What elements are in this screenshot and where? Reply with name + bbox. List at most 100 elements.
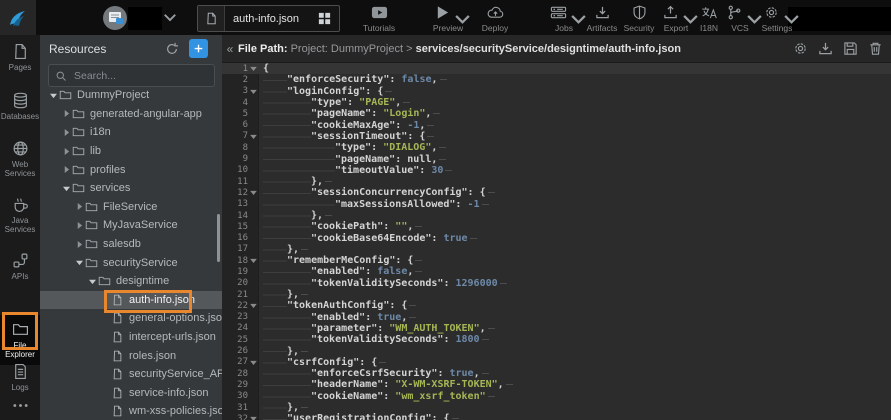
code-line-13[interactable]: 13"maxSessionsAllowed": -1: [222, 199, 891, 210]
code-line-18[interactable]: 18"rememberMeConfig": {: [222, 255, 891, 266]
code-line-23[interactable]: 23"enabled": true,: [222, 312, 891, 323]
fold-arrow-icon[interactable]: [248, 190, 258, 195]
sidebar-item-java-services[interactable]: Java Services: [0, 196, 40, 234]
resources-title: Resources: [49, 42, 165, 56]
add-resource-button[interactable]: [189, 39, 208, 58]
tree-file-general-options-json[interactable]: general-options.json: [40, 309, 222, 328]
toolbar-item-artifacts[interactable]: Artifacts: [581, 4, 623, 33]
tree-folder-i18n[interactable]: i18n: [40, 123, 222, 142]
code-line-7[interactable]: 7"sessionTimeout": {: [222, 131, 891, 142]
tree-file-service-info-json[interactable]: service-info.json: [40, 384, 222, 403]
resources-search[interactable]: [48, 64, 215, 87]
code-line-20[interactable]: 20"tokenValiditySeconds": 1296000: [222, 278, 891, 289]
code-line-2[interactable]: 2"enforceSecurity": false,: [222, 74, 891, 85]
code-line-4[interactable]: 4"type": "PAGE",: [222, 97, 891, 108]
code-line-32[interactable]: 32"userRegistrationConfig": {: [222, 413, 891, 420]
tree-folder-profiles[interactable]: profiles: [40, 160, 222, 179]
fold-arrow-icon[interactable]: [248, 416, 258, 420]
tree-caret-icon: [61, 166, 72, 173]
sidebar-item-databases[interactable]: Databases: [0, 92, 40, 121]
open-file-tab[interactable]: auth-info.json: [197, 5, 340, 32]
tree-folder-securityservice[interactable]: securityService: [40, 253, 222, 272]
tree-folder-fileservice[interactable]: FileService: [40, 198, 222, 217]
project-chevron-down-icon[interactable]: [163, 13, 177, 22]
code-line-6[interactable]: 6"cookieMaxAge": -1,: [222, 119, 891, 130]
tree-folder-salesdb[interactable]: salesdb: [40, 235, 222, 254]
code-line-27[interactable]: 27"csrfConfig": {: [222, 357, 891, 368]
toolbar-item-export[interactable]: Export: [655, 4, 697, 33]
tree-folder-dummyproject[interactable]: DummyProject: [40, 86, 222, 105]
sidebar-item-more[interactable]: [0, 397, 40, 414]
tree-file-auth-info-json[interactable]: auth-info.json: [40, 291, 222, 310]
sidebar-item-web-services[interactable]: Web Services: [0, 140, 40, 178]
top-toolbar: auth-info.json Tutorials PreviewDeploy Job…: [0, 0, 891, 35]
tree-folder-myjavaservice[interactable]: MyJavaService: [40, 216, 222, 235]
code-line-21[interactable]: 21},: [222, 289, 891, 300]
code-line-14[interactable]: 14},: [222, 210, 891, 221]
toolbar-item-deploy[interactable]: Deploy: [472, 4, 518, 33]
refresh-icon[interactable]: [165, 42, 179, 56]
tree-file-intercept-urls-json[interactable]: intercept-urls.json: [40, 328, 222, 347]
tree-folder-lib[interactable]: lib: [40, 142, 222, 161]
tree-scrollbar[interactable]: [217, 214, 220, 262]
indent-guide: [263, 266, 311, 277]
code-line-8[interactable]: 8"type": "DIALOG",: [222, 142, 891, 153]
code-line-10[interactable]: 10"timeoutValue": 30: [222, 165, 891, 176]
code-line-16[interactable]: 16"cookieBase64Encode": true: [222, 232, 891, 243]
line-end-marker: [427, 136, 434, 137]
search-input[interactable]: [72, 69, 196, 83]
code-line-3[interactable]: 3"loginConfig": {: [222, 86, 891, 97]
download-button[interactable]: [818, 41, 833, 56]
collapse-panel-button[interactable]: «: [222, 42, 238, 56]
code-line-5[interactable]: 5"pageName": "Login",: [222, 108, 891, 119]
sidebar-item-pages[interactable]: Pages: [0, 43, 40, 72]
toolbar-item-settings[interactable]: Settings: [754, 4, 800, 33]
code-line-24[interactable]: 24"parameter": "WM_AUTH_TOKEN",: [222, 323, 891, 334]
toolbar-item-jobs[interactable]: Jobs: [542, 4, 586, 33]
code-line-30[interactable]: 30"cookieName": "wm_xsrf_token": [222, 391, 891, 402]
code-line-11[interactable]: 11},: [222, 176, 891, 187]
settings-button[interactable]: [793, 41, 808, 56]
sidebar-item-logs[interactable]: Logs: [0, 363, 40, 392]
fold-arrow-icon[interactable]: [248, 360, 258, 365]
gutter-cell: 2: [222, 74, 258, 85]
tree-folder-services[interactable]: services: [40, 179, 222, 198]
token-p: :: [365, 266, 377, 277]
code-line-1[interactable]: 1{: [222, 63, 891, 74]
line-end-marker: [415, 260, 422, 261]
save-button[interactable]: [843, 41, 858, 56]
code-line-19[interactable]: 19"enabled": false,: [222, 266, 891, 277]
grid-icon[interactable]: [317, 11, 332, 26]
code-line-17[interactable]: 17},: [222, 244, 891, 255]
code-line-31[interactable]: 31},: [222, 402, 891, 413]
delete-button[interactable]: [868, 41, 883, 56]
sidebar-item-file-explorer[interactable]: File Explorer: [0, 315, 40, 365]
code-line-28[interactable]: 28"enforceCsrfSecurity": true,: [222, 368, 891, 379]
toolbar-item-security[interactable]: Security: [618, 4, 660, 33]
project-icon[interactable]: [102, 5, 128, 31]
code-line-15[interactable]: 15"cookiePath": "",: [222, 221, 891, 232]
code-line-25[interactable]: 25"tokenValiditySeconds": 1800: [222, 334, 891, 345]
tree-folder-generated-angular-app[interactable]: generated-angular-app: [40, 105, 222, 124]
tree-file-securityservice-api-json[interactable]: securityService_API.json: [40, 365, 222, 384]
code-line-26[interactable]: 26},: [222, 345, 891, 356]
fold-arrow-icon[interactable]: [248, 134, 258, 139]
sidebar-item-apis[interactable]: APIs: [0, 252, 40, 281]
app-logo[interactable]: [0, 0, 36, 35]
sidebar-item-label: Java Services: [0, 216, 40, 234]
indent-guide: [263, 379, 311, 390]
fold-arrow-icon[interactable]: [248, 89, 258, 94]
code-line-9[interactable]: 9"pageName": null,: [222, 153, 891, 164]
tree-file-roles-json[interactable]: roles.json: [40, 346, 222, 365]
fold-arrow-icon[interactable]: [248, 258, 258, 263]
toolbar-item-tutorials[interactable]: Tutorials: [356, 4, 402, 33]
fold-arrow-icon[interactable]: [248, 66, 258, 71]
code-line-29[interactable]: 29"headerName": "X-WM-XSRF-TOKEN",: [222, 379, 891, 390]
code-line-12[interactable]: 12"sessionConcurrencyConfig": {: [222, 187, 891, 198]
fold-arrow-icon[interactable]: [248, 303, 258, 308]
code-line-22[interactable]: 22"tokenAuthConfig": {: [222, 300, 891, 311]
toolbar-item-preview[interactable]: Preview: [424, 4, 472, 33]
tree-folder-designtime[interactable]: designtime: [40, 272, 222, 291]
tree-file-wm-xss-policies-json[interactable]: wm-xss-policies.json: [40, 402, 222, 420]
code-editor[interactable]: 1{2"enforceSecurity": false,3"loginConfi…: [222, 63, 891, 420]
